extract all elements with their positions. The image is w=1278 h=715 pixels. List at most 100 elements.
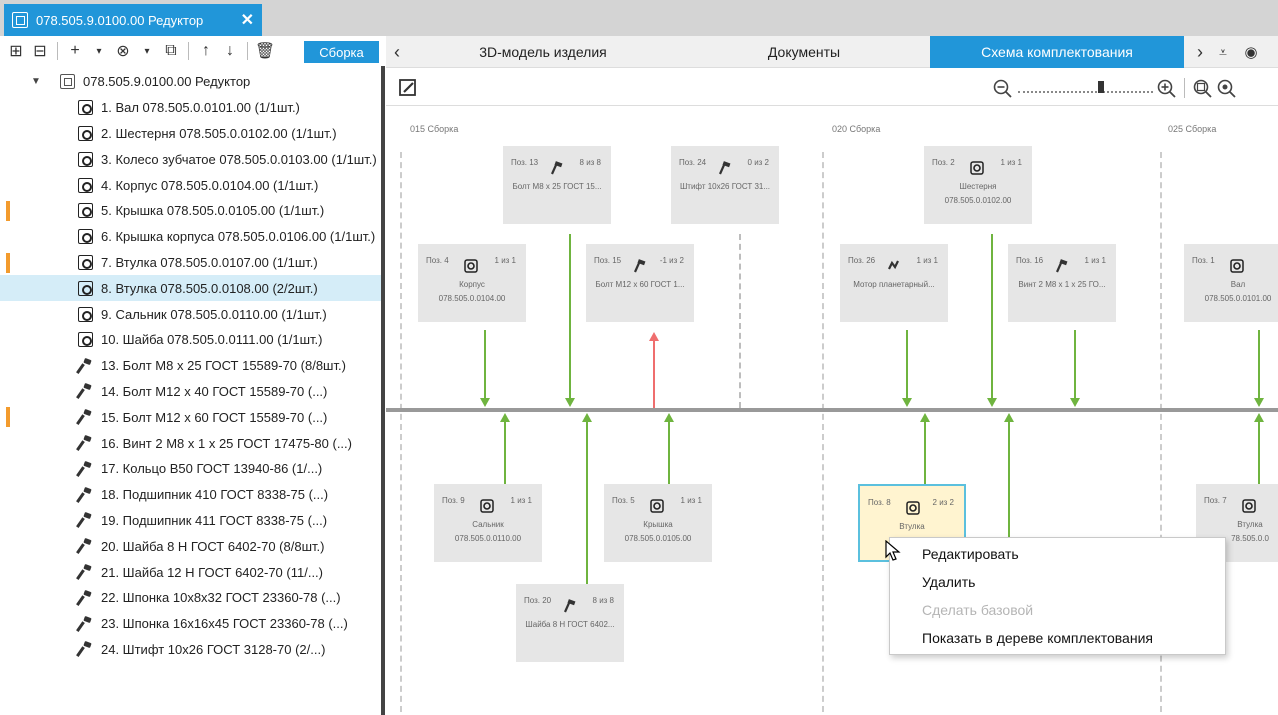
tabs-prev-icon[interactable]: ‹ [386,36,408,68]
tree-item-label: 16. Винт 2 М8 x 1 x 25 ГОСТ 17475-80 (..… [101,435,352,451]
tabs-next-icon[interactable]: › [1190,36,1210,68]
delete-icon[interactable]: 🗑 [255,40,275,62]
tree-item[interactable]: 5. Крышка 078.505.0.0105.00 (1/1шт.) [0,198,381,224]
node-position: Поз. 13 [511,158,539,167]
tree-item[interactable]: 24. Штифт 10x26 ГОСТ 3128-70 (2/...) [0,637,381,663]
tree-item[interactable]: 21. Шайба 12 Н ГОСТ 6402-70 (11/...) [0,559,381,585]
tree-item[interactable]: 15. Болт М12 x 60 ГОСТ 15589-70 (...) [0,404,381,430]
tree-root[interactable]: ▼ 078.505.9.0100.00 Редуктор [0,69,381,95]
assembly-icon [12,12,28,28]
tree-item-label: 9. Сальник 078.505.0.0110.00 (1/1шт.) [101,306,327,322]
assembly-button[interactable]: Сборка [304,41,379,63]
context-menu-item[interactable]: Показать в дереве комплектования [922,626,1153,650]
zoom-out-icon[interactable] [992,78,1016,98]
tree-item-label: 14. Болт М12 x 40 ГОСТ 15589-70 (...) [101,383,328,399]
scheme-node[interactable]: Поз. 2 1 из 1 Шестерня 078.505.0.0102.00 [924,146,1032,224]
part-icon [76,99,94,117]
scheme-node[interactable]: Поз. 9 1 из 1 Сальник 078.505.0.0110.00 [434,484,542,562]
add-icon[interactable]: + [65,40,85,62]
expand-tree-icon[interactable]: ⊞ [6,40,26,62]
tree-item[interactable]: 19. Подшипник 411 ГОСТ 8338-75 (...) [0,508,381,534]
view-tabs: ‹ 3D-модель изделия Документы Схема комп… [386,36,1278,68]
standard-part-icon [76,408,94,426]
tree-item[interactable]: 16. Винт 2 М8 x 1 x 25 ГОСТ 17475-80 (..… [0,430,381,456]
node-code: 078.505.0.0101.00 [1204,294,1272,303]
assembly-tree: ▼ 078.505.9.0100.00 Редуктор 1. Вал 078.… [0,69,381,715]
node-count: 1 из 1 [680,496,702,505]
scheme-node[interactable]: Поз. 20 8 из 8 Шайба 8 Н ГОСТ 6402... [516,584,624,662]
scheme-node[interactable]: Поз. 16 1 из 1 Винт 2 М8 x 1 x 25 ГО... [1008,244,1116,322]
tabs-menu-icon[interactable]: ⩡ [1212,36,1234,68]
tree-item[interactable]: 2. Шестерня 078.505.0.0102.00 (1/1шт.) [0,121,381,147]
edit-scheme-icon[interactable] [398,78,418,98]
tree-item[interactable]: 14. Болт М12 x 40 ГОСТ 15589-70 (...) [0,379,381,405]
part-icon [76,176,94,194]
chevron-down-icon[interactable]: ▾ [89,40,109,62]
tree-root-label: 078.505.9.0100.00 Редуктор [83,74,251,90]
eye-icon[interactable]: ◉ [1238,36,1264,68]
assembly-icon [58,73,76,91]
node-name: Винт 2 М8 x 1 x 25 ГО... [1018,280,1106,289]
standard-part-icon [76,537,94,555]
node-position: Поз. 5 [612,496,635,505]
tree-item[interactable]: 13. Болт М8 x 25 ГОСТ 15589-70 (8/8шт.) [0,353,381,379]
part-icon [76,150,94,168]
tree-scrollbar[interactable] [381,66,385,715]
collapse-tree-icon[interactable]: ⊟ [30,40,50,62]
node-name: Втулка [899,522,925,531]
node-count: 8 из 8 [579,158,601,167]
tree-item-label: 20. Шайба 8 Н ГОСТ 6402-70 (8/8шт.) [101,538,325,554]
tree-item[interactable]: 9. Сальник 078.505.0.0110.00 (1/1шт.) [0,301,381,327]
tree-item[interactable]: 3. Колесо зубчатое 078.505.0.0103.00 (1/… [0,146,381,172]
chevron-down-icon[interactable]: ▾ [137,40,157,62]
tree-item[interactable]: 6. Крышка корпуса 078.505.0.0106.00 (1/1… [0,224,381,250]
zoom-slider[interactable] [1018,91,1153,93]
document-tab[interactable]: 078.505.9.0100.00 Редуктор ✕ [4,4,262,36]
scheme-node[interactable]: Поз. 13 8 из 8 Болт М8 x 25 ГОСТ 15... [503,146,611,224]
node-count: 2 из 2 [932,498,954,507]
tab-assembly-scheme[interactable]: Схема комплектования [930,36,1184,68]
move-up-icon[interactable]: ↑ [196,40,216,62]
node-code: 078.505.0.0105.00 [624,534,692,543]
mouse-cursor-icon [885,540,901,561]
scheme-node[interactable]: Поз. 1 Вал 078.505.0.0101.00 [1184,244,1278,322]
node-name: Втулка [1237,520,1263,529]
tree-item[interactable]: 1. Вал 078.505.0.0101.00 (1/1шт.) [0,95,381,121]
move-down-icon[interactable]: ↓ [220,40,240,62]
node-position: Поз. 26 [848,256,876,265]
node-count: 1 из 1 [916,256,938,265]
tree-item[interactable]: 18. Подшипник 410 ГОСТ 8338-75 (...) [0,482,381,508]
zoom-selection-icon[interactable] [1216,78,1240,98]
context-menu-item[interactable]: Редактировать [922,542,1019,566]
scheme-node[interactable]: Поз. 4 1 из 1 Корпус 078.505.0.0104.00 [418,244,526,322]
tree-item[interactable]: 10. Шайба 078.505.0.0111.00 (1/1шт.) [0,327,381,353]
tab-documents[interactable]: Документы [678,36,930,68]
tab-3d-model[interactable]: 3D-модель изделия [408,36,678,68]
replace-icon[interactable]: ⧉ [161,40,181,62]
zoom-in-icon[interactable] [1156,78,1180,98]
tree-item[interactable]: 4. Корпус 078.505.0.0104.00 (1/1шт.) [0,172,381,198]
expand-arrow-icon[interactable]: ▼ [31,76,41,87]
tree-item[interactable]: 20. Шайба 8 Н ГОСТ 6402-70 (8/8шт.) [0,533,381,559]
tree-item[interactable]: 23. Шпонка 16x16x45 ГОСТ 23360-78 (...) [0,611,381,637]
tree-item[interactable]: 22. Шпонка 10x8x32 ГОСТ 23360-78 (...) [0,585,381,611]
tree-item-label: 6. Крышка корпуса 078.505.0.0106.00 (1/1… [101,229,376,245]
tree-item[interactable]: 7. Втулка 078.505.0.0107.00 (1/1шт.) [0,250,381,276]
scheme-node[interactable]: Поз. 26 1 из 1 Мотор планетарный... [840,244,948,322]
scheme-node[interactable]: Поз. 24 0 из 2 Штифт 10x26 ГОСТ 31... [671,146,779,224]
close-icon[interactable]: ✕ [241,10,254,30]
stage-divider [400,152,402,712]
zoom-slider-thumb[interactable] [1098,81,1104,93]
part-icon [76,253,94,271]
context-menu: Редактировать Удалить Сделать базовой Показ… [889,537,1226,655]
tree-item[interactable]: 17. Кольцо B50 ГОСТ 13940-86 (1/...) [0,456,381,482]
scheme-node[interactable]: Поз. 5 1 из 1 Крышка 078.505.0.0105.00 [604,484,712,562]
left-panel: ⊞ ⊟ + ▾ ⊗ ▾ ⧉ ↑ ↓ 🗑 Сборка ▼ 078.505.9.0… [0,36,385,715]
standard-part-icon [76,640,94,658]
zoom-fit-icon[interactable] [1192,78,1216,98]
context-menu-item[interactable]: Удалить [922,570,975,594]
scheme-node[interactable]: Поз. 15 -1 из 2 Болт М12 x 60 ГОСТ 1... [586,244,694,322]
tree-item-label: 5. Крышка 078.505.0.0105.00 (1/1шт.) [101,203,325,219]
operation-icon[interactable]: ⊗ [113,40,133,62]
tree-item-selected[interactable]: 8. Втулка 078.505.0.0108.00 (2/2шт.) [0,275,381,302]
